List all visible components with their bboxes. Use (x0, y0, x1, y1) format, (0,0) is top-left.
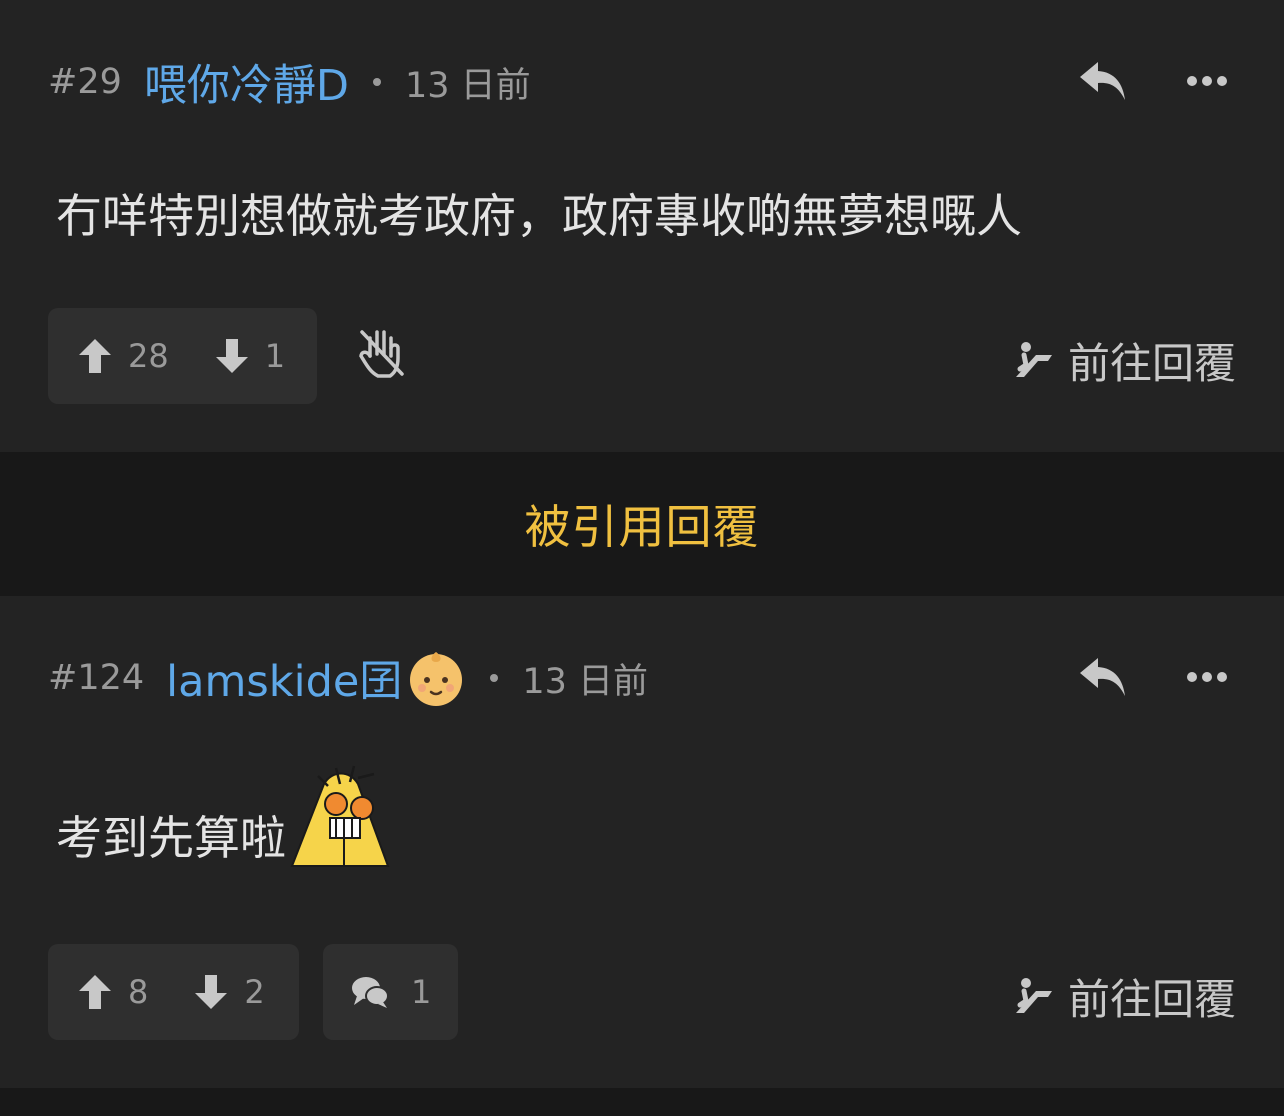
upvote-button[interactable]: 28 (78, 337, 169, 375)
downvote-count: 2 (244, 973, 265, 1011)
comment-count: 1 (411, 973, 432, 1011)
goto-reply-label: 前往回覆 (1067, 339, 1236, 388)
post-text: 考到先算啦 (56, 811, 286, 865)
downvote-icon (195, 975, 228, 1009)
quoted-replies-link[interactable]: 被引用回覆 (525, 491, 760, 557)
floor-number: #124 (48, 658, 145, 698)
post-card-124: #124 lamskide囝 13 日前 考到先算啦 8 2 1 前往回覆 (0, 596, 1284, 1088)
comment-button[interactable]: 1 (323, 944, 458, 1040)
post-time: 13 日前 (522, 661, 648, 702)
goto-reply-label: 前往回覆 (1067, 975, 1236, 1024)
goto-reply-icon (1015, 977, 1052, 1013)
block-hand-icon[interactable] (356, 326, 408, 380)
reply-icon[interactable] (1078, 654, 1128, 700)
post-meta: #124 lamskide囝 13 日前 (48, 652, 648, 707)
post-time: 13 日前 (405, 65, 531, 106)
more-icon[interactable] (1186, 66, 1228, 96)
separator-dot (373, 78, 381, 86)
downvote-button[interactable]: 1 (215, 337, 285, 375)
quoted-replies-bar: 被引用回覆 (0, 452, 1284, 596)
upvote-button[interactable]: 8 (78, 973, 148, 1011)
upvote-count: 8 (128, 973, 149, 1011)
goto-reply-button[interactable]: 前往回覆 (1012, 966, 1236, 1027)
floor-number: #29 (48, 62, 122, 102)
username-text: lamskide囝 (166, 657, 403, 707)
username-link[interactable]: 喂你冷靜D (144, 51, 349, 113)
baby-emoji-icon (410, 652, 463, 706)
upvote-icon (79, 339, 111, 373)
upvote-icon (79, 975, 111, 1009)
bottom-divider (0, 1088, 1284, 1116)
goto-reply-icon (1015, 341, 1052, 377)
downvote-icon (215, 339, 248, 373)
reply-icon[interactable] (1078, 58, 1128, 104)
downvote-count: 1 (264, 337, 286, 375)
post-meta: #29 喂你冷靜D 13 日前 (48, 56, 531, 111)
downvote-button[interactable]: 2 (194, 973, 265, 1011)
goto-reply-button[interactable]: 前往回覆 (1012, 330, 1236, 391)
post-card-29: #29 喂你冷靜D 13 日前 冇咩特別想做就考政府，政府專收啲無夢想嘅人 28… (0, 0, 1284, 452)
vote-box: 28 1 (48, 308, 317, 404)
post-content: 考到先算啦 (56, 764, 400, 872)
sticker-image (290, 765, 390, 867)
username-link[interactable]: lamskide囝 (166, 647, 466, 709)
upvote-count: 28 (128, 337, 169, 375)
post-content: 冇咩特別想做就考政府，政府專收啲無夢想嘅人 (56, 180, 1022, 246)
more-icon[interactable] (1186, 662, 1228, 692)
comment-icon (352, 977, 389, 1008)
vote-box: 8 2 (48, 944, 299, 1040)
post-text: 冇咩特別想做就考政府，政府專收啲無夢想嘅人 (56, 189, 1022, 243)
separator-dot (490, 674, 499, 682)
